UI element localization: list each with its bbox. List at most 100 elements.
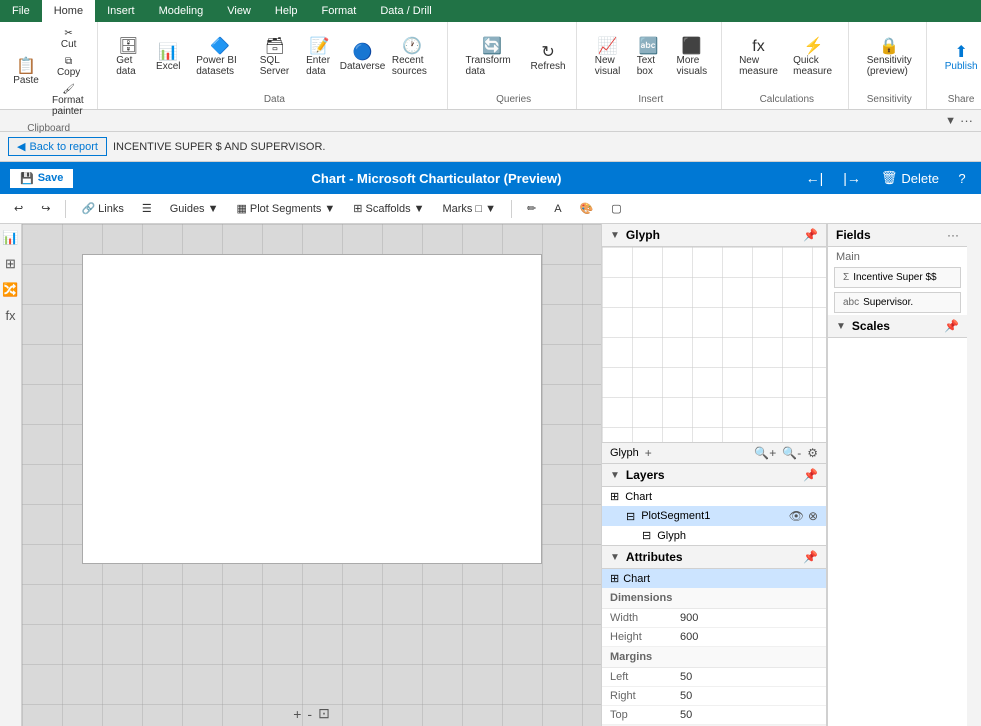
field-supervisor[interactable]: abc Supervisor.	[834, 292, 961, 313]
filter-icon[interactable]: ▼	[945, 115, 956, 127]
glyph-canvas[interactable]	[602, 247, 826, 442]
menu-view[interactable]: View	[215, 0, 263, 22]
text-style-icon: A	[554, 203, 561, 215]
guides-dropdown-icon: ▼	[208, 203, 219, 215]
clipboard-label: Clipboard	[8, 119, 89, 134]
new-visual-button[interactable]: 📈 New visual	[589, 35, 627, 81]
sql-server-button[interactable]: 🗃 SQL Server	[254, 35, 296, 81]
delete-button[interactable]: 🗑 Delete	[875, 168, 945, 188]
save-button[interactable]: 💾 Save	[10, 169, 73, 188]
queries-label: Queries	[460, 90, 568, 105]
scales-collapse-icon[interactable]: ▼	[836, 321, 846, 332]
glyph-add-button[interactable]: +	[645, 446, 652, 460]
back-to-report-button[interactable]: ◀ Back to report	[8, 137, 107, 156]
scaffolds-button[interactable]: ⊞ Scaffolds ▼	[347, 200, 430, 217]
menu-modeling[interactable]: Modeling	[147, 0, 216, 22]
attr-chart-item[interactable]: ⊞ Chart	[602, 569, 826, 588]
glyph-title: Glyph	[626, 228, 660, 242]
dataverse-button[interactable]: 🔵 Dataverse	[343, 41, 382, 76]
text-box-button[interactable]: 🔤 Text box	[631, 35, 667, 81]
copy-button[interactable]: ⧉ Copy	[48, 54, 89, 80]
menu-home[interactable]: Home	[42, 0, 95, 22]
more-visuals-button[interactable]: ⬛ More visuals	[671, 35, 713, 81]
menu-file[interactable]: File	[0, 0, 42, 22]
attributes-pin-button[interactable]: 📌	[803, 550, 818, 564]
paint-button[interactable]: 🎨	[574, 200, 600, 217]
guides-button[interactable]: Guides ▼	[164, 201, 225, 217]
expand-right-button[interactable]: |→	[837, 168, 867, 188]
sensitivity-button[interactable]: 🔒 Sensitivity (preview)	[861, 35, 918, 81]
model-icon[interactable]: 🔀	[2, 282, 18, 298]
layer-delete-button[interactable]: ⊗	[808, 509, 818, 523]
fields-more-button[interactable]: ···	[947, 228, 959, 242]
transform-icon: 🔄	[482, 39, 502, 55]
glyph-settings-button[interactable]: ⚙	[807, 446, 818, 460]
layer-visibility-button[interactable]: 👁	[789, 509, 804, 523]
attr-left-label: Left	[610, 671, 680, 683]
get-data-button[interactable]: 🗄 Get data	[110, 35, 146, 81]
quick-measure-button[interactable]: ⚡ Quick measure	[787, 35, 840, 81]
more-visuals-icon: ⬛	[682, 39, 702, 55]
right-panels: ▼ Glyph 📌 Glyph + 🔍+ 🔍- ⚙	[601, 224, 981, 726]
dax-icon[interactable]: fx	[5, 308, 15, 323]
glyph-bottom-bar: Glyph + 🔍+ 🔍- ⚙	[602, 442, 826, 463]
chart-canvas[interactable]	[82, 254, 542, 564]
publish-icon: ⬆	[954, 45, 967, 61]
redo-button[interactable]: ↪	[35, 200, 56, 217]
format-painter-button[interactable]: 🖌 Format painter	[48, 82, 89, 119]
glyph-zoom-out-button[interactable]: 🔍-	[782, 446, 801, 460]
glyph-collapse-icon[interactable]: ▼	[610, 230, 620, 241]
enter-data-button[interactable]: 📝 Enter data	[300, 35, 339, 81]
layer-glyph[interactable]: ⊟ Glyph	[602, 526, 826, 545]
field-incentive[interactable]: Σ Incentive Super $$	[834, 267, 961, 288]
attributes-collapse-icon[interactable]: ▼	[610, 552, 620, 563]
expand-left-button[interactable]: ←|	[800, 168, 830, 188]
menu-data-drill[interactable]: Data / Drill	[368, 0, 443, 22]
undo-button[interactable]: ↩	[8, 200, 29, 217]
cut-button[interactable]: ✂ Cut	[48, 26, 89, 52]
table-icon[interactable]: ⊞	[5, 256, 16, 272]
glyph-zoom-in-button[interactable]: 🔍+	[754, 446, 776, 460]
chart-icon[interactable]: 📊	[2, 230, 18, 246]
refresh-button[interactable]: ↻ Refresh	[528, 41, 567, 76]
recent-sources-button[interactable]: 🕐 Recent sources	[386, 35, 439, 81]
excel-button[interactable]: 📊 Excel	[150, 41, 186, 76]
new-measure-button[interactable]: fx New measure	[734, 35, 783, 81]
plot-segments-button[interactable]: ▦ Plot Segments ▼	[230, 200, 341, 217]
publish-button[interactable]: ⬆ Publish	[939, 41, 981, 76]
list-button[interactable]: ☰	[136, 200, 158, 217]
power-bi-button[interactable]: 🔷 Power BI datasets	[190, 35, 250, 81]
fit-button[interactable]: ⊡	[318, 705, 330, 722]
ribbon-sensitivity: 🔒 Sensitivity (preview) Sensitivity	[853, 22, 927, 109]
ribbon-insert: 📈 New visual 🔤 Text box ⬛ More visuals I…	[581, 22, 722, 109]
chart-toolbar: ↩ ↪ 🔗 Links ☰ Guides ▼ ▦ Plot Segments ▼…	[0, 194, 981, 224]
fields-header: Fields ···	[828, 224, 967, 247]
menu-insert[interactable]: Insert	[95, 0, 147, 22]
pencil-button[interactable]: ✏	[521, 200, 542, 217]
scaffolds-icon: ⊞	[353, 202, 362, 215]
canvas-container: + - ⊡	[22, 224, 601, 726]
paste-button[interactable]: 📋 Paste	[8, 55, 44, 90]
zoom-in-button[interactable]: +	[293, 705, 301, 722]
layer-plot-segment[interactable]: ⊟ PlotSegment1 👁 ⊗	[602, 506, 826, 526]
shape-button[interactable]: ▢	[605, 200, 627, 217]
layers-content: ⊞ Chart ⊟ PlotSegment1 👁 ⊗ ⊟ Glyph	[602, 487, 826, 545]
layers-pin-button[interactable]: 📌	[803, 468, 818, 482]
links-button[interactable]: 🔗 Links	[75, 200, 129, 217]
sensitivity-icon: 🔒	[879, 39, 899, 55]
text-box-icon: 🔤	[639, 39, 659, 55]
zoom-out-button[interactable]: -	[307, 705, 312, 722]
more-options-icon[interactable]: ···	[960, 113, 973, 128]
text-style-button[interactable]: A	[548, 201, 567, 217]
marks-button[interactable]: Marks □ ▼	[436, 201, 502, 217]
save-icon: 💾	[20, 172, 34, 185]
menu-help[interactable]: Help	[263, 0, 310, 22]
queries-buttons: 🔄 Transform data ↻ Refresh	[460, 26, 568, 90]
glyph-pin-button[interactable]: 📌	[803, 228, 818, 242]
layers-collapse-icon[interactable]: ▼	[610, 470, 620, 481]
layer-chart[interactable]: ⊞ Chart	[602, 487, 826, 506]
scales-pin-button[interactable]: 📌	[944, 319, 959, 333]
menu-format[interactable]: Format	[310, 0, 369, 22]
help-button[interactable]: ?	[953, 169, 971, 187]
transform-data-button[interactable]: 🔄 Transform data	[460, 35, 525, 81]
